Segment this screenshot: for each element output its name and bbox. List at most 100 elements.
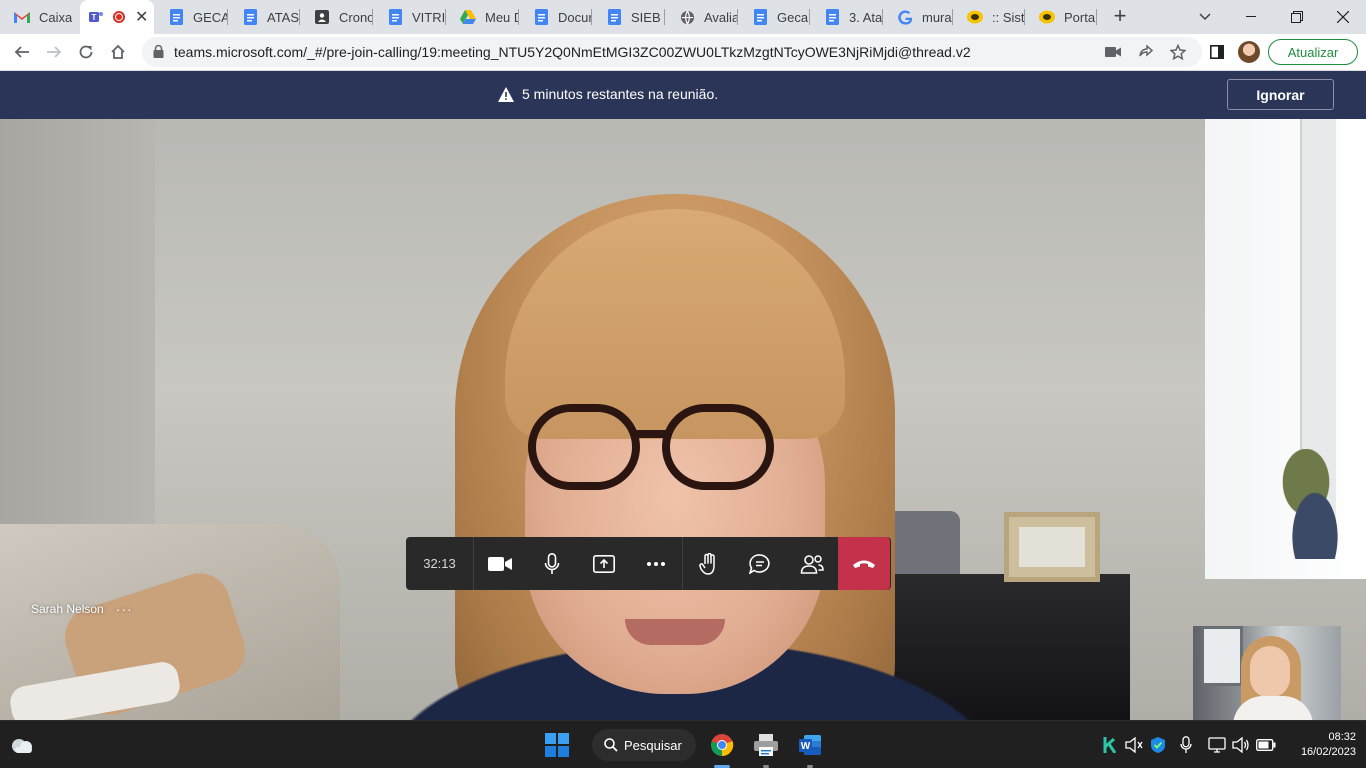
minimize-button[interactable] xyxy=(1228,0,1274,34)
more-icon xyxy=(647,561,665,566)
microphone-toggle-button[interactable] xyxy=(526,537,578,590)
raise-hand-button[interactable] xyxy=(682,537,734,590)
google-docs-icon xyxy=(242,9,258,25)
participant-glasses xyxy=(528,404,778,494)
clock-date: 16/02/2023 xyxy=(1300,746,1356,758)
bookmark-star-icon[interactable] xyxy=(1169,43,1187,61)
google-docs-icon xyxy=(824,9,840,25)
tab-label: Geca xyxy=(777,9,809,25)
hang-up-icon xyxy=(853,560,875,568)
tab-meu-drive[interactable]: Meu D xyxy=(446,0,519,34)
share-screen-button[interactable] xyxy=(578,537,630,590)
tab-vitrine[interactable]: VITRIN xyxy=(373,0,446,34)
call-controls: 32:13 xyxy=(406,537,891,590)
new-tab-button[interactable]: + xyxy=(1108,5,1132,29)
home-icon xyxy=(111,44,125,59)
tab-portal[interactable]: Portal xyxy=(1025,0,1097,34)
tray-volume-icon[interactable] xyxy=(1231,735,1251,755)
profile-avatar[interactable] xyxy=(1238,41,1260,63)
tray-speaker-muted-icon[interactable] xyxy=(1124,735,1144,755)
more-actions-button[interactable] xyxy=(630,537,682,590)
back-button[interactable] xyxy=(8,38,36,66)
chrome-icon xyxy=(711,734,734,757)
lock-icon[interactable] xyxy=(153,44,164,63)
taskbar-word[interactable]: W xyxy=(794,729,826,761)
url-text: teams.microsoft.com/_#/pre-join-calling/… xyxy=(174,44,971,60)
google-docs-icon xyxy=(168,9,184,25)
windows-logo-icon xyxy=(545,733,569,757)
chat-button[interactable] xyxy=(734,537,786,590)
share-icon[interactable] xyxy=(1137,43,1155,61)
tab-geca[interactable]: GECA xyxy=(154,0,228,34)
tab-label: Crono xyxy=(339,9,373,25)
taskbar-search[interactable]: Pesquisar xyxy=(592,729,696,761)
tray-security-icon[interactable] xyxy=(1148,735,1168,755)
tray-battery-icon[interactable] xyxy=(1256,735,1276,755)
minimize-icon xyxy=(1246,16,1256,17)
camera-toggle-button[interactable] xyxy=(474,537,526,590)
google-docs-icon xyxy=(606,9,622,25)
tab-label: 3. Ata xyxy=(849,9,883,25)
tab-atas[interactable]: ATAS xyxy=(228,0,300,34)
tab-gmail[interactable]: Caixa xyxy=(0,0,82,34)
tray-microphone-icon[interactable] xyxy=(1176,735,1196,755)
taskbar-printer-app[interactable] xyxy=(750,729,782,761)
ignore-button[interactable]: Ignorar xyxy=(1227,79,1334,110)
side-panel-button[interactable] xyxy=(1203,38,1231,66)
restore-button[interactable] xyxy=(1274,0,1320,34)
tray-network-icon[interactable] xyxy=(1207,735,1227,755)
tab-label: GECA xyxy=(193,9,228,25)
tab-documento[interactable]: Docur xyxy=(519,0,592,34)
tab-sieb[interactable]: SIEB - xyxy=(592,0,665,34)
google-docs-icon xyxy=(387,9,403,25)
participant-name-label: Sarah Nelson ··· xyxy=(31,601,133,617)
tab-crono[interactable]: Crono xyxy=(300,0,373,34)
forward-button[interactable] xyxy=(40,38,68,66)
close-icon xyxy=(1337,11,1349,23)
clock-time: 08:32 xyxy=(1328,731,1356,743)
system-clock[interactable]: 08:32 16/02/2023 xyxy=(1284,730,1356,760)
tab-label: Portal xyxy=(1064,9,1097,25)
tab-label: ATAS xyxy=(267,9,300,25)
tab-teams-active[interactable]: T ✕ xyxy=(80,0,154,34)
google-docs-icon xyxy=(752,9,768,25)
side-panel-icon xyxy=(1210,45,1224,59)
restore-icon xyxy=(1291,11,1303,23)
tab-close-button[interactable]: ✕ xyxy=(135,7,148,27)
search-label: Pesquisar xyxy=(624,737,682,753)
people-icon xyxy=(800,554,824,574)
word-icon: W xyxy=(799,735,821,755)
taskbar-chrome[interactable] xyxy=(706,729,738,761)
weather-widget[interactable] xyxy=(6,729,38,761)
banner-text: 5 minutos restantes na reunião. xyxy=(522,86,719,102)
tab-ata-3[interactable]: 3. Ata xyxy=(810,0,883,34)
tab-label: Caixa xyxy=(39,9,73,25)
tab-geca-2[interactable]: Geca xyxy=(738,0,810,34)
update-button[interactable]: Atualizar xyxy=(1268,39,1358,65)
tab-avaliacao[interactable]: Avalia xyxy=(665,0,738,34)
google-icon xyxy=(897,9,913,25)
close-window-button[interactable] xyxy=(1320,0,1366,34)
home-button[interactable] xyxy=(104,38,132,66)
tab-sistema[interactable]: :: Siste xyxy=(953,0,1025,34)
tray-k-app-icon[interactable] xyxy=(1100,735,1120,755)
leave-call-button[interactable] xyxy=(838,537,890,590)
tab-label: VITRIN xyxy=(412,9,446,25)
reload-button[interactable] xyxy=(72,38,100,66)
start-button[interactable] xyxy=(541,729,573,761)
tab-mural[interactable]: mural xyxy=(883,0,953,34)
participants-button[interactable] xyxy=(786,537,838,590)
banner-message: 5 minutos restantes na reunião. xyxy=(498,86,718,102)
warning-icon xyxy=(498,86,514,102)
yellow-logo-icon xyxy=(967,9,983,25)
tab-search-button[interactable] xyxy=(1182,0,1228,34)
tab-label: Avalia xyxy=(704,9,738,25)
participant-more-options[interactable]: ··· xyxy=(116,601,133,617)
address-bar[interactable]: teams.microsoft.com/_#/pre-join-calling/… xyxy=(142,37,1202,67)
self-view-video[interactable] xyxy=(1193,626,1341,720)
tab-label: Meu D xyxy=(485,9,519,25)
meeting-time-banner: 5 minutos restantes na reunião. Ignorar xyxy=(0,71,1366,119)
camera-in-use-icon[interactable] xyxy=(1104,43,1122,61)
video-camera-icon xyxy=(488,556,512,571)
video-stage: Sarah Nelson ··· 32:13 xyxy=(0,119,1366,720)
